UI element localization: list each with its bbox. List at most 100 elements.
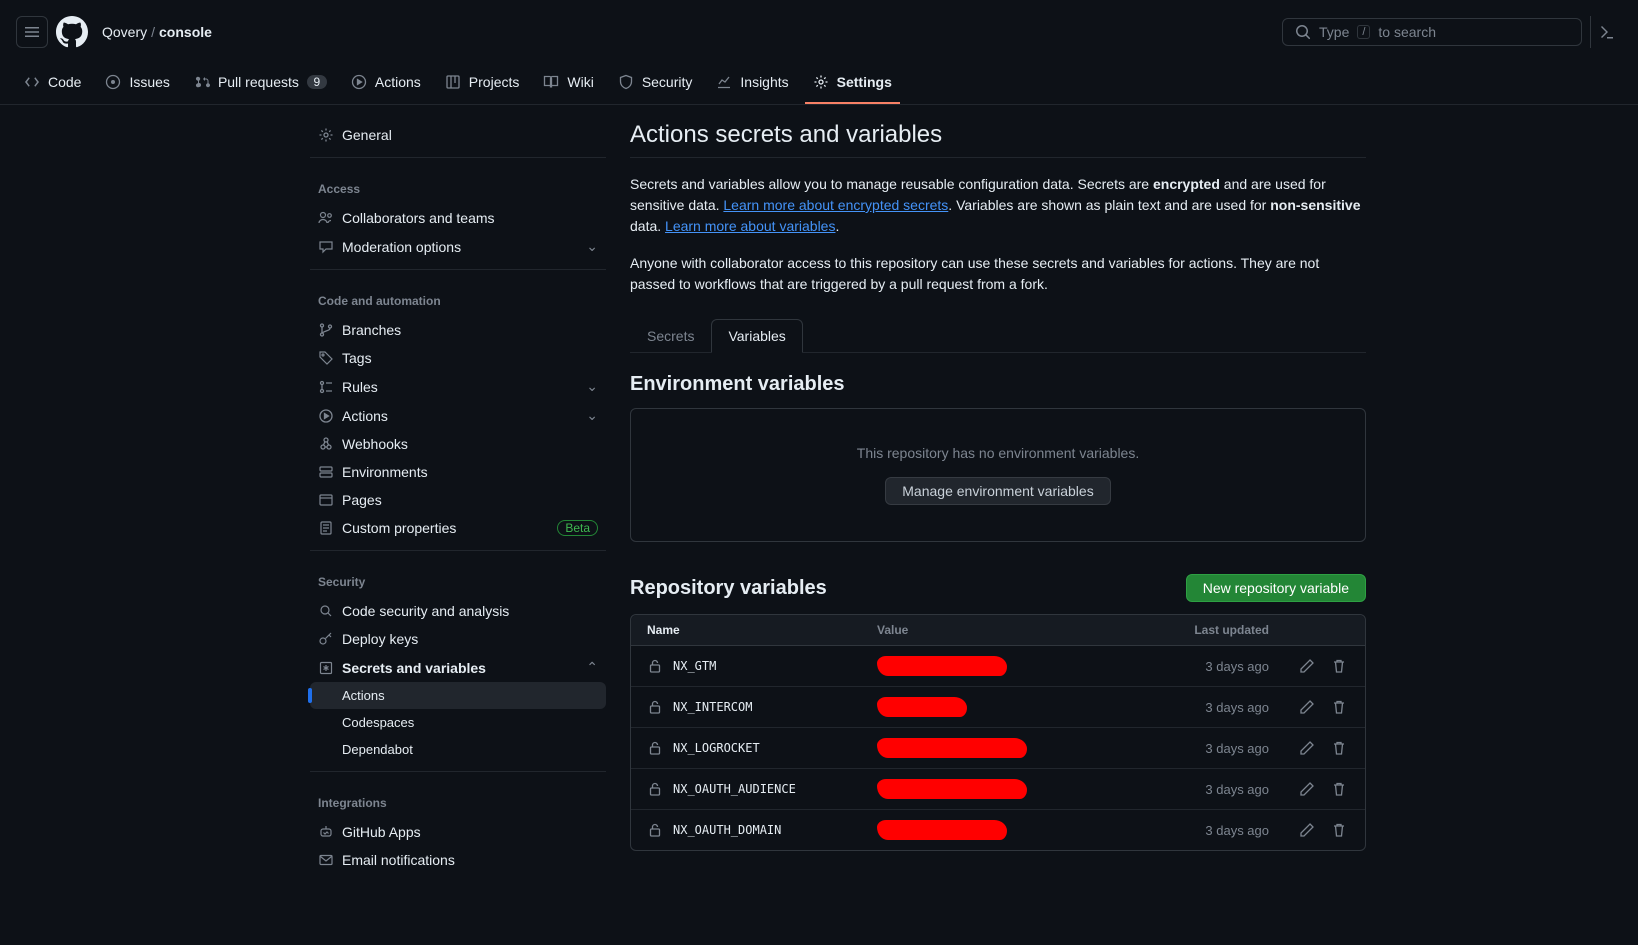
manage-env-variables-button[interactable]: Manage environment variables bbox=[885, 477, 1110, 505]
subtab-variables[interactable]: Variables bbox=[711, 319, 802, 352]
sidebar-item-collaborators[interactable]: Collaborators and teams bbox=[310, 204, 606, 232]
variable-updated: 3 days ago bbox=[1129, 700, 1269, 715]
sidebar-item-branches[interactable]: Branches bbox=[310, 316, 606, 344]
people-icon bbox=[318, 210, 334, 226]
global-nav-menu-button[interactable] bbox=[16, 16, 48, 48]
tab-insights[interactable]: Insights bbox=[708, 64, 796, 104]
delete-button[interactable] bbox=[1329, 738, 1349, 758]
sidebar-item-label: GitHub Apps bbox=[342, 824, 598, 840]
tab-code[interactable]: Code bbox=[16, 64, 89, 104]
issue-icon bbox=[105, 74, 121, 90]
sidebar-item-tags[interactable]: Tags bbox=[310, 344, 606, 372]
sidebar-item-webhooks[interactable]: Webhooks bbox=[310, 430, 606, 458]
col-header-name[interactable]: Name bbox=[647, 623, 877, 637]
sidebar-item-label: Code security and analysis bbox=[342, 603, 598, 619]
chevron-down-icon: ⌄ bbox=[586, 238, 598, 255]
sidebar-heading-access: Access bbox=[310, 166, 606, 204]
sidebar-item-custom-properties[interactable]: Custom properties Beta bbox=[310, 514, 606, 542]
sidebar-subitem-dependabot[interactable]: Dependabot bbox=[310, 736, 606, 763]
link-learn-variables[interactable]: Learn more about variables bbox=[665, 218, 835, 234]
hubot-icon bbox=[318, 824, 334, 840]
project-icon bbox=[445, 74, 461, 90]
table-row: NX_GTM 3 days ago bbox=[631, 646, 1365, 687]
sidebar-item-environments[interactable]: Environments bbox=[310, 458, 606, 486]
sidebar-item-label: Email notifications bbox=[342, 852, 598, 868]
sidebar-item-label: Pages bbox=[342, 492, 598, 508]
sidebar-item-general[interactable]: General bbox=[310, 121, 606, 149]
delete-button[interactable] bbox=[1329, 779, 1349, 799]
tab-wiki-label: Wiki bbox=[567, 74, 593, 90]
sidebar-item-rules[interactable]: Rules ⌄ bbox=[310, 372, 606, 401]
env-variables-heading: Environment variables bbox=[630, 373, 1366, 396]
edit-button[interactable] bbox=[1297, 820, 1317, 840]
edit-button[interactable] bbox=[1297, 738, 1317, 758]
search-input[interactable]: Type / to search bbox=[1282, 18, 1582, 46]
tab-security[interactable]: Security bbox=[610, 64, 701, 104]
sidebar-item-label: Moderation options bbox=[342, 239, 578, 255]
sidebar-item-email-notifications[interactable]: Email notifications bbox=[310, 846, 606, 874]
sidebar-item-pages[interactable]: Pages bbox=[310, 486, 606, 514]
tab-insights-label: Insights bbox=[740, 74, 788, 90]
breadcrumb-repo[interactable]: console bbox=[159, 24, 212, 40]
rule-icon bbox=[318, 379, 334, 395]
table-row: NX_LOGROCKET 3 days ago bbox=[631, 728, 1365, 769]
delete-button[interactable] bbox=[1329, 697, 1349, 717]
tab-projects[interactable]: Projects bbox=[437, 64, 528, 104]
edit-button[interactable] bbox=[1297, 779, 1317, 799]
pulls-count-badge: 9 bbox=[307, 75, 327, 89]
repo-variables-heading: Repository variables bbox=[630, 577, 827, 600]
delete-button[interactable] bbox=[1329, 656, 1349, 676]
search-placeholder-pre: Type bbox=[1319, 24, 1349, 40]
tab-wiki[interactable]: Wiki bbox=[535, 64, 601, 104]
chevron-down-icon: ⌄ bbox=[586, 407, 598, 424]
subtab-secrets[interactable]: Secrets bbox=[630, 319, 711, 352]
sidebar-item-label: Rules bbox=[342, 379, 578, 395]
tab-pull-requests[interactable]: Pull requests9 bbox=[186, 64, 335, 104]
tab-actions-label: Actions bbox=[375, 74, 421, 90]
page-description: Secrets and variables allow you to manag… bbox=[630, 174, 1366, 237]
code-icon bbox=[24, 74, 40, 90]
comment-icon bbox=[318, 239, 334, 255]
sidebar-item-actions[interactable]: Actions⌄ bbox=[310, 401, 606, 430]
mail-icon bbox=[318, 852, 334, 868]
breadcrumb-org[interactable]: Qovery bbox=[102, 24, 147, 40]
link-learn-secrets[interactable]: Learn more about encrypted secrets bbox=[723, 197, 948, 213]
sidebar-item-code-security[interactable]: Code security and analysis bbox=[310, 597, 606, 625]
sidebar-heading-integrations: Integrations bbox=[310, 780, 606, 818]
sidebar-heading-security: Security bbox=[310, 559, 606, 597]
tab-actions[interactable]: Actions bbox=[343, 64, 429, 104]
beta-badge: Beta bbox=[557, 520, 598, 536]
env-empty-message: This repository has no environment varia… bbox=[857, 445, 1139, 461]
command-palette-button[interactable] bbox=[1590, 16, 1622, 48]
table-row: NX_OAUTH_AUDIENCE 3 days ago bbox=[631, 769, 1365, 810]
sidebar-item-github-apps[interactable]: GitHub Apps bbox=[310, 818, 606, 846]
sidebar-item-deploy-keys[interactable]: Deploy keys bbox=[310, 625, 606, 653]
sidebar-item-secrets-variables[interactable]: Secrets and variables⌃ bbox=[310, 653, 606, 682]
gear-icon bbox=[318, 127, 334, 143]
tab-issues[interactable]: Issues bbox=[97, 64, 177, 104]
pr-icon bbox=[194, 74, 210, 90]
col-header-value: Value bbox=[877, 623, 1129, 637]
play-icon bbox=[318, 408, 334, 424]
search-kbd: / bbox=[1357, 25, 1370, 39]
variable-name: NX_LOGROCKET bbox=[673, 741, 760, 755]
edit-button[interactable] bbox=[1297, 697, 1317, 717]
sidebar-item-moderation[interactable]: Moderation options ⌄ bbox=[310, 232, 606, 261]
sidebar-item-label: Webhooks bbox=[342, 436, 598, 452]
sidebar-subitem-codespaces[interactable]: Codespaces bbox=[310, 709, 606, 736]
chevron-down-icon: ⌄ bbox=[586, 378, 598, 395]
github-logo-icon[interactable] bbox=[56, 16, 88, 48]
sidebar-subitem-actions[interactable]: Actions bbox=[310, 682, 606, 709]
sidebar-item-label: Custom properties bbox=[342, 520, 549, 536]
tab-settings[interactable]: Settings bbox=[805, 64, 900, 104]
sidebar-item-label: Deploy keys bbox=[342, 631, 598, 647]
page-title: Actions secrets and variables bbox=[630, 121, 1366, 158]
delete-button[interactable] bbox=[1329, 820, 1349, 840]
sidebar-item-label: Collaborators and teams bbox=[342, 210, 598, 226]
lock-open-icon bbox=[647, 658, 663, 674]
redacted-value bbox=[877, 779, 1027, 799]
variable-updated: 3 days ago bbox=[1129, 659, 1269, 674]
edit-button[interactable] bbox=[1297, 656, 1317, 676]
new-repo-variable-button[interactable]: New repository variable bbox=[1186, 574, 1366, 602]
sidebar-item-label: General bbox=[342, 127, 598, 143]
